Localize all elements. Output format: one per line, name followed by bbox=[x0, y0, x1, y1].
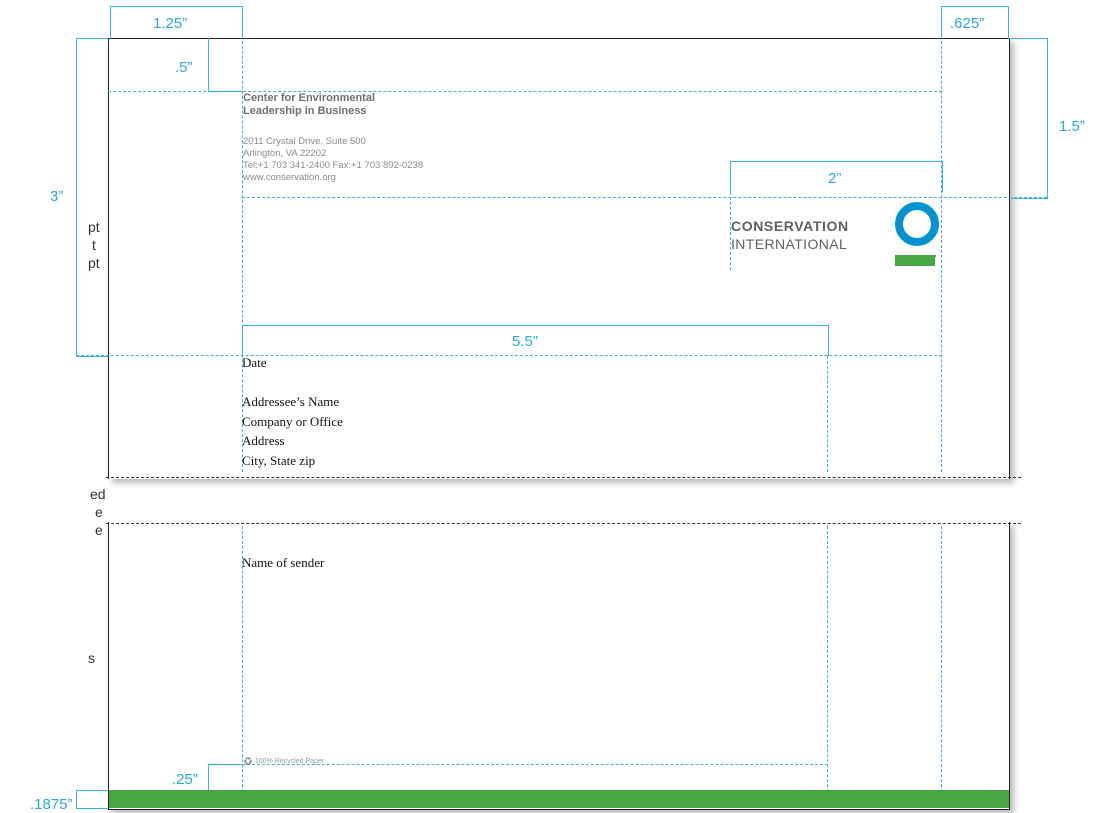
dimension-label: 2” bbox=[828, 170, 842, 187]
right-margin-guide bbox=[941, 526, 942, 792]
text-width-guide bbox=[827, 356, 828, 472]
org-address-line: 2011 Crystal Drive, Suite 500 bbox=[243, 136, 366, 147]
logo-wordmark-line2: INTERNATIONAL bbox=[731, 236, 848, 252]
address-top-dimension bbox=[76, 38, 108, 357]
dimension-label: .25” bbox=[172, 771, 198, 788]
side-note: e bbox=[95, 522, 103, 538]
dimension-label: .5” bbox=[175, 59, 193, 76]
side-note: ed bbox=[90, 486, 106, 502]
page-break-line bbox=[106, 523, 1021, 524]
footer-offset-dimension bbox=[208, 764, 242, 790]
org-name-line: Leadership in Business bbox=[243, 105, 367, 117]
letter-date: Date bbox=[242, 355, 267, 370]
logo-green-bar bbox=[895, 256, 935, 266]
org-name: Center for Environmental Leadership in B… bbox=[243, 92, 375, 118]
side-note: s bbox=[88, 650, 95, 666]
dimension-label: 5.5” bbox=[512, 333, 538, 350]
side-note: e bbox=[95, 504, 103, 520]
recycle-icon: ♻ bbox=[243, 756, 253, 768]
recycled-paper-text: 100% Recycled Paper bbox=[254, 758, 325, 765]
org-contact: 2011 Crystal Drive, Suite 500 Arlington,… bbox=[243, 136, 423, 184]
addressee-address: Address bbox=[242, 433, 285, 448]
addressee-company: Company or Office bbox=[242, 413, 343, 429]
page-break-line bbox=[106, 477, 1021, 478]
bottom-bar-dimension bbox=[76, 790, 108, 809]
bottom-green-bar bbox=[109, 790, 1009, 808]
logo-top-guide bbox=[242, 197, 1047, 198]
top-offset-dimension bbox=[208, 38, 242, 92]
addressee-city: City, State zip bbox=[242, 452, 316, 468]
org-address-line: Arlington, VA 22202 bbox=[243, 148, 327, 159]
dimension-label: 1.25” bbox=[153, 15, 188, 32]
org-phone-fax: Tel:+1 703 341-2400 Fax:+1 703 892-0238 bbox=[243, 160, 424, 171]
addressee-name: Addressee’s Name bbox=[242, 394, 340, 409]
logo-wordmark-line1: CONSERVATION bbox=[731, 218, 849, 234]
recycled-paper-note: ♻ 100% Recycled Paper bbox=[243, 756, 324, 768]
org-website: www.conservation.org bbox=[243, 172, 336, 183]
letter-addressee-block: Addressee’s Name Company or Office Addre… bbox=[242, 392, 343, 470]
sender-name: Name of sender bbox=[242, 555, 325, 570]
logo-top-dimension bbox=[1011, 38, 1048, 199]
dimension-label: 3” bbox=[50, 188, 64, 205]
ci-logo-icon bbox=[893, 199, 943, 265]
footer-guide bbox=[242, 764, 828, 765]
org-name-line: Center for Environmental bbox=[243, 92, 376, 104]
dimension-label: 1.5” bbox=[1059, 118, 1085, 135]
text-width-guide bbox=[827, 526, 828, 792]
dimension-label: .625” bbox=[950, 15, 985, 32]
dimension-label: .1875” bbox=[30, 796, 73, 813]
